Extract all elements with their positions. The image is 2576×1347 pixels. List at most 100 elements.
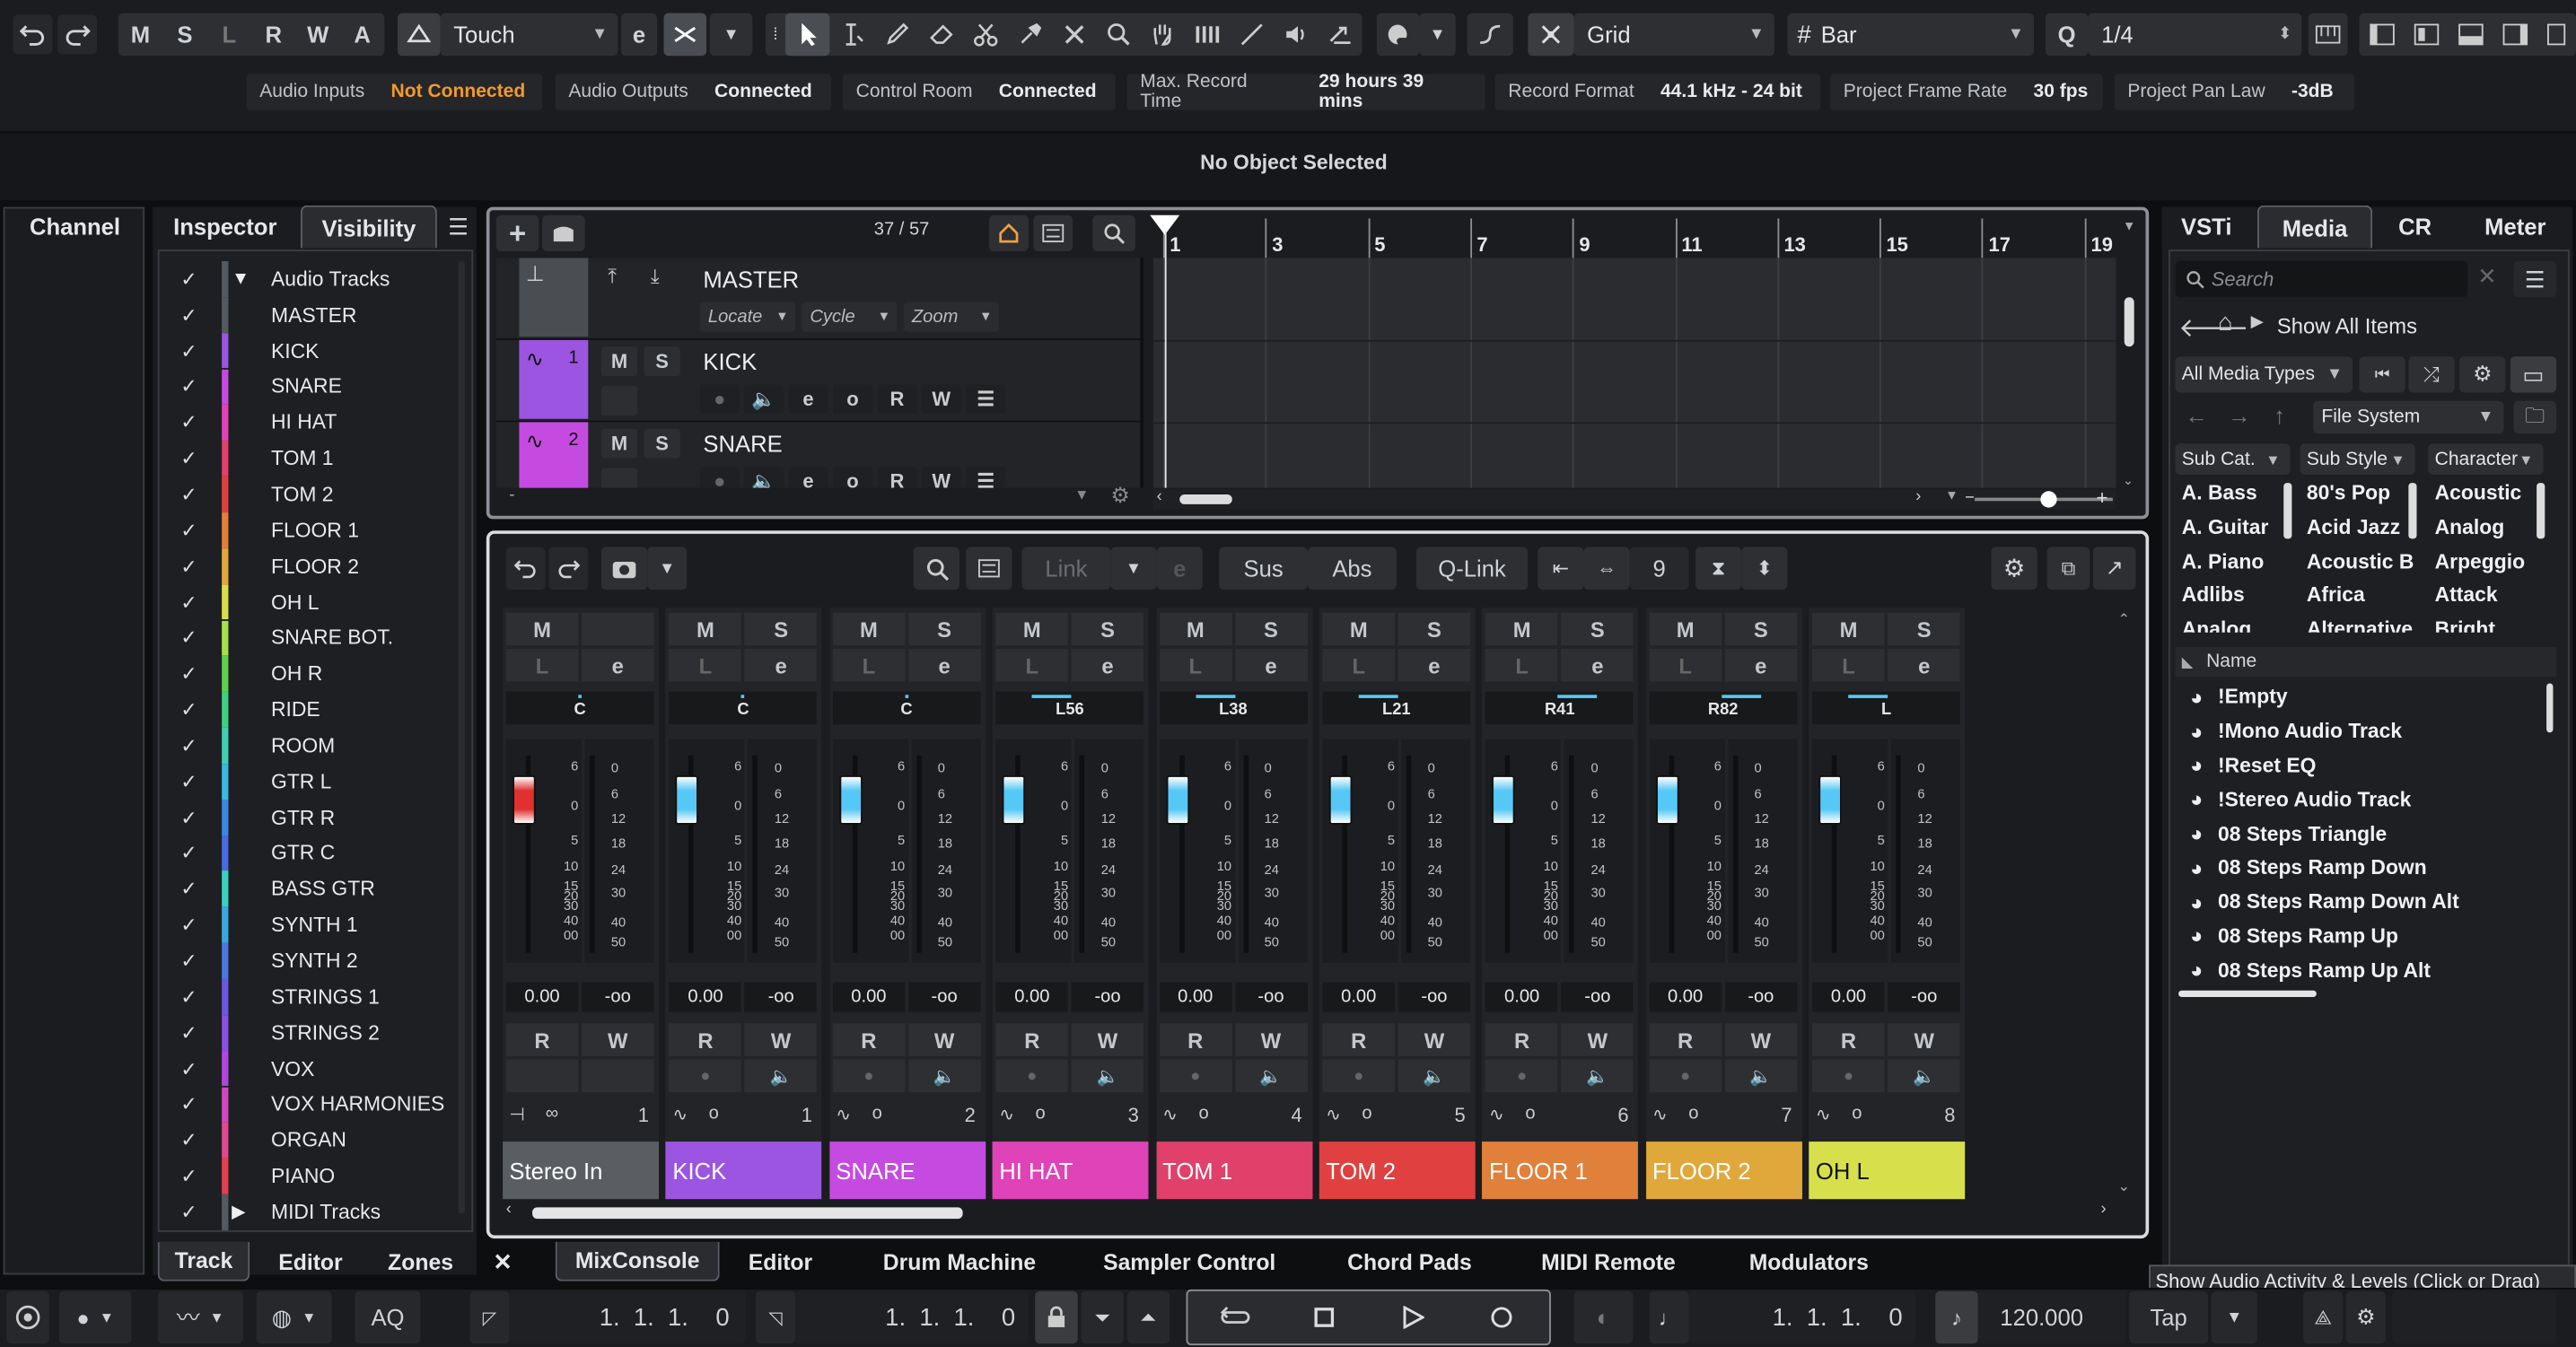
visibility-item[interactable]: ✓ GTR C — [172, 835, 468, 871]
channel-record-enable[interactable]: ● — [1812, 1059, 1885, 1093]
fader-handle[interactable] — [1328, 774, 1353, 825]
pan-control[interactable]: C — [832, 691, 981, 725]
automation-mode-dropdown[interactable]: Touch ▼ — [440, 13, 618, 57]
channel-record-enable[interactable]: ● — [669, 1059, 742, 1093]
meter-area[interactable]: 0 6 12 18 24 30 40 50 — [1564, 739, 1634, 963]
visibility-menu-button[interactable]: ☰ — [443, 212, 473, 241]
mute-mode-button[interactable]: M — [118, 13, 162, 57]
mixer-open-window-button[interactable]: ↗ — [2092, 547, 2136, 590]
record-button[interactable] — [1472, 1291, 1531, 1344]
channel-name[interactable]: FLOOR 2 — [1645, 1141, 1802, 1200]
track-name[interactable]: KICK — [703, 348, 757, 374]
checkmark-icon[interactable]: ✓ — [172, 1201, 206, 1224]
status-item[interactable]: Control Room Connected — [842, 74, 1116, 110]
monitor-icon[interactable]: 🔈 — [744, 384, 784, 415]
meter-area[interactable]: 0 6 12 18 24 30 40 50 — [1238, 739, 1308, 963]
status-item[interactable]: Project Pan Law -3dB — [2114, 74, 2354, 110]
tab-track[interactable]: Track — [157, 1241, 250, 1281]
grid-value-dropdown[interactable]: # Bar ▼ — [1787, 13, 2035, 57]
right-locator-button[interactable]: ◹ — [755, 1290, 795, 1344]
channel-write-button[interactable]: W — [1724, 1023, 1798, 1056]
channel-listen-button[interactable]: L — [832, 649, 906, 682]
media-result-item[interactable]: ◕ 08 Steps Ramp Up Alt — [2175, 953, 2537, 987]
lower-tab-sampler-control[interactable]: Sampler Control — [1078, 1242, 1301, 1281]
channel-read-button[interactable]: R — [669, 1023, 742, 1056]
status-item[interactable]: Record Format 44.1 kHz - 24 bit — [1494, 74, 1821, 110]
transport-settings-button[interactable]: ⚙ — [2345, 1290, 2386, 1344]
channel-name[interactable]: Stereo In — [503, 1141, 659, 1200]
play-button[interactable] — [1383, 1291, 1442, 1344]
layout-settings[interactable] — [2537, 13, 2576, 57]
pan-control[interactable]: L21 — [1322, 691, 1471, 725]
meter-area[interactable]: 0 6 12 18 24 30 40 50 — [748, 739, 818, 963]
checkmark-icon[interactable]: ✓ — [172, 303, 206, 327]
tab-editor-left[interactable]: Editor — [263, 1242, 358, 1281]
write-icon[interactable]: W — [921, 466, 961, 488]
channel-name[interactable]: HI HAT — [992, 1141, 1149, 1200]
peak-value[interactable]: -oo — [1398, 982, 1471, 1012]
fader-handle[interactable] — [1165, 774, 1189, 825]
gear-icon[interactable]: ⚙ — [1110, 483, 1129, 509]
media-result-item[interactable]: ◕ !Reset EQ — [2175, 748, 2537, 783]
channel-solo-button[interactable]: S — [1888, 612, 1961, 646]
checkmark-icon[interactable]: ✓ — [172, 662, 206, 686]
channel-read-button[interactable]: R — [1812, 1023, 1885, 1056]
channel-record-enable[interactable] — [505, 1059, 579, 1093]
channel-name[interactable]: KICK — [666, 1141, 822, 1200]
channel-listen-button[interactable]: L — [669, 649, 742, 682]
meter-area[interactable]: 0 6 12 18 24 30 40 50 — [1401, 739, 1471, 963]
metronome-toggle[interactable]: ◐ — [1573, 1290, 1634, 1344]
constrain-delay-button[interactable] — [663, 13, 707, 57]
visibility-item[interactable]: ✓ ▶ MIDI Tracks — [172, 1194, 468, 1230]
visibility-item[interactable]: ✓ MASTER — [172, 297, 468, 333]
channel-solo-button[interactable]: S — [1398, 612, 1471, 646]
volume-value[interactable]: 0.00 — [1812, 982, 1885, 1012]
results-scrollbar[interactable] — [2546, 683, 2554, 733]
meter-area[interactable]: 0 6 12 18 24 30 40 50 — [911, 739, 981, 963]
peak-value[interactable]: -oo — [1234, 982, 1308, 1012]
filter-item[interactable]: Analog — [2435, 515, 2505, 538]
peak-value[interactable]: -oo — [1888, 982, 1961, 1012]
stop-button[interactable] — [1294, 1291, 1354, 1344]
channel-monitor[interactable]: 🔈 — [1561, 1059, 1634, 1093]
folder-collapsed-icon[interactable]: ▶ — [232, 1202, 246, 1223]
channel-monitor[interactable]: 🔈 — [1071, 1059, 1144, 1093]
filter-item[interactable]: Arpeggio — [2435, 549, 2525, 573]
checkmark-icon[interactable]: ✓ — [172, 590, 206, 614]
channel-read-button[interactable]: R — [1649, 1023, 1722, 1056]
automation-mode-button[interactable]: A — [340, 13, 384, 57]
track-solo-button[interactable]: S — [644, 346, 680, 377]
record-enable-icon[interactable]: ● — [699, 466, 740, 488]
channel-write-button[interactable]: W — [1888, 1023, 1961, 1056]
mixer-undo-button[interactable] — [505, 547, 546, 590]
visibility-scrollbar[interactable] — [458, 261, 466, 1214]
snapshot-dropdown[interactable]: ▼ — [647, 547, 688, 590]
marker-zoom-dropdown[interactable]: Zoom ▼ — [903, 302, 999, 332]
left-locator-button[interactable]: ◸ — [469, 1290, 510, 1344]
search-tracks-button[interactable] — [1092, 214, 1135, 252]
channel-listen-button[interactable]: L — [995, 649, 1069, 682]
undo-button[interactable] — [13, 14, 53, 55]
channel-edit-button[interactable]: e — [1071, 649, 1144, 682]
lower-zone-toggle[interactable] — [2448, 13, 2492, 57]
link-edit-button[interactable]: e — [1156, 547, 1203, 590]
keyboard-button[interactable] — [2308, 13, 2348, 57]
channel-write-button[interactable]: W — [1561, 1023, 1634, 1056]
results-header-label[interactable]: Name — [2206, 652, 2256, 672]
chevron-down-icon[interactable]: ▼ — [1074, 486, 1089, 503]
visibility-item[interactable]: ✓ SNARE BOT. — [172, 619, 468, 656]
punch-out-button[interactable]: ⏶ — [1126, 1290, 1170, 1344]
mute-tool[interactable] — [1051, 13, 1095, 57]
checkmark-icon[interactable]: ✓ — [172, 447, 206, 470]
open-folder-button[interactable]: 🗀 — [2513, 400, 2557, 434]
tracklist-divider[interactable] — [1140, 258, 1143, 488]
channel-edit-button[interactable]: e — [1561, 649, 1634, 682]
comp-tool[interactable] — [1185, 13, 1229, 57]
track-color-strip[interactable]: ∿ 1 — [519, 339, 589, 419]
visibility-item[interactable]: ✓ ▼ Audio Tracks — [172, 261, 468, 297]
channel-monitor[interactable]: 🔈 — [1888, 1059, 1961, 1093]
media-types-dropdown[interactable]: All Media Types ▼ — [2175, 356, 2353, 393]
audio-record-mode-button[interactable]: 〰 ▼ — [157, 1290, 243, 1344]
channel-solo-button[interactable]: S — [1071, 612, 1144, 646]
filter-item[interactable]: Acid Jazz — [2307, 515, 2400, 538]
